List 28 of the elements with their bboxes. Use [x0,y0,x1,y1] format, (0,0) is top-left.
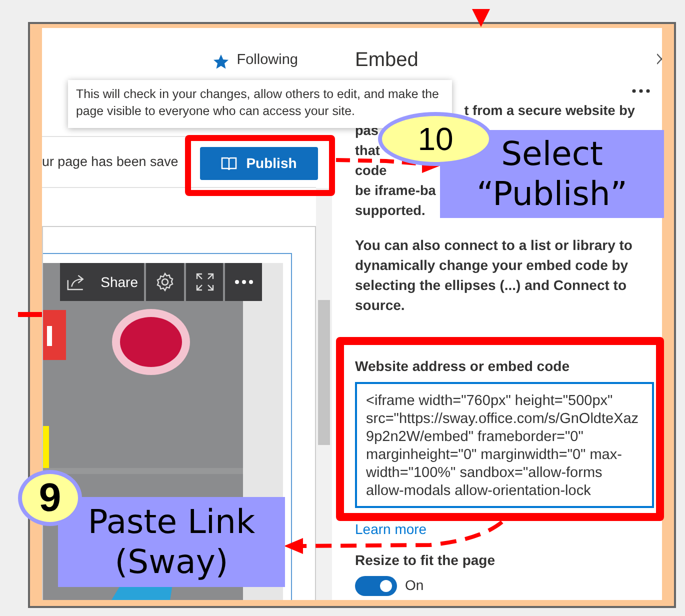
tooltip: This will check in your changes, allow others to edit, and make the page visible to everyone who can access your site. [68,80,452,128]
toggle-state-text: On [405,576,424,595]
more-button[interactable] [225,263,262,301]
scrollbar-thumb[interactable] [318,300,330,445]
gear-icon [155,272,175,292]
field-label: Website address or embed code [355,357,570,376]
description-text: be iframe-ba [355,182,436,200]
book-icon [221,156,238,171]
more-icon [234,280,252,284]
pointer-triangle [472,9,490,27]
share-icon [66,272,87,292]
learn-more-link[interactable]: Learn more [355,519,427,539]
more-icon[interactable] [632,89,650,93]
toggle-switch[interactable] [355,576,397,596]
settings-button[interactable] [146,263,184,301]
description-text: You can also connect to a list or library to dynamically change your embed code by selecting the ellipses (...) and Connect to source. [355,236,634,315]
scrollbar[interactable] [316,188,332,600]
follow-button[interactable]: Following [212,50,298,72]
panel-title: Embed [355,48,420,73]
description-text: supported. [355,202,426,220]
share-button[interactable]: Share [60,263,144,301]
toggle-label: Resize to fit the page [355,551,496,570]
expand-icon [194,272,214,292]
embed-code-field[interactable]: <iframe width="760px" height="500px" src="https://sway.office.com/s/GnOldteXaz9p2n2W/embed" frameborder="0" marginheight="0" marginwidth="0" max-width="100%" sandbox="allow-forms allow-modals allow-orientation-lock [355,382,654,508]
fullscreen-button[interactable] [186,263,223,301]
description-text: that [355,142,380,160]
status-text: ur page has been save [42,152,178,171]
publish-button[interactable]: Publish [200,147,318,180]
